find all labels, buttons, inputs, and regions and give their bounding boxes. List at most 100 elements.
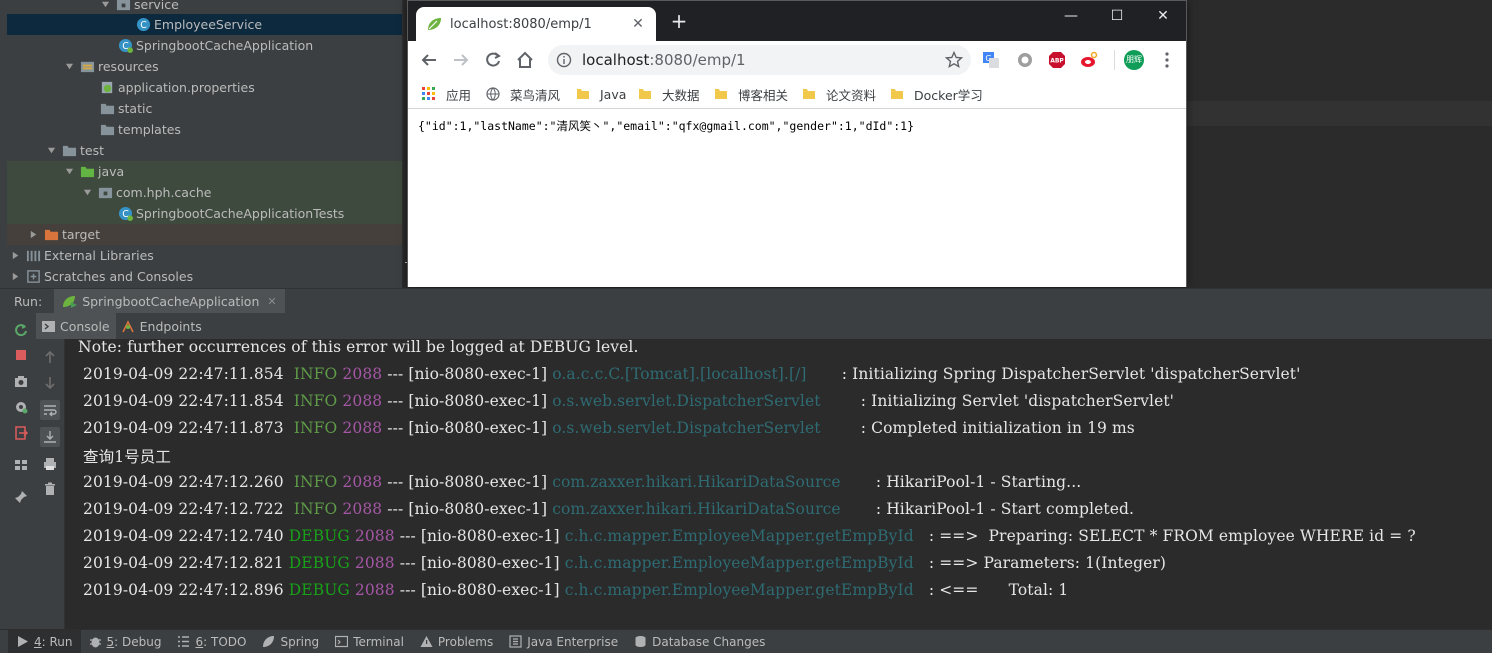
excluded-folder-icon — [43, 227, 59, 243]
rerun-button[interactable] — [11, 320, 31, 340]
tree-item-springbootcacheapplication[interactable]: C SpringbootCacheApplication — [7, 35, 402, 56]
chevron-down-icon[interactable] — [81, 187, 93, 199]
console-line: 2019-04-09 22:47:12.260 INFO 2088 --- [n… — [83, 473, 1082, 491]
tool-button-debug[interactable]: 5: Debug — [81, 630, 170, 653]
tree-item-templates[interactable]: templates — [7, 119, 402, 140]
tool-button-problems[interactable]: Problems — [412, 630, 501, 653]
bookmarks-bar: 应用 菜鸟清风 Java 大数据 博客相关 论文资料 Docker学习 — [408, 79, 1186, 109]
scroll-end-icon — [44, 431, 56, 443]
tab-endpoints[interactable]: Endpoints — [116, 313, 208, 339]
tool-button-spring[interactable]: Spring — [254, 630, 327, 653]
bookmark-folder[interactable]: 大数据 — [638, 85, 700, 103]
scratches-icon — [25, 269, 41, 285]
tree-item-label: templates — [118, 122, 181, 137]
reload-button[interactable] — [482, 49, 504, 71]
tree-item-test[interactable]: test — [7, 140, 402, 161]
tool-label: Java Enterprise — [527, 634, 619, 649]
editor-area — [1187, 0, 1492, 288]
arrow-left-icon — [421, 54, 436, 66]
tree-item-label: External Libraries — [44, 248, 154, 263]
tool-button-java-enterprise[interactable]: Java Enterprise — [501, 630, 626, 653]
chevron-down-icon[interactable] — [99, 0, 111, 11]
new-tab-button[interactable]: + — [670, 11, 688, 31]
bookmark-label: 应用 — [446, 87, 472, 103]
wrap-icon — [44, 405, 57, 417]
tree-item-label: Scratches and Consoles — [44, 269, 194, 284]
stop-button[interactable] — [11, 345, 31, 365]
tab-title: localhost:8080/emp/1 — [450, 16, 592, 32]
scroll-up-button[interactable] — [40, 347, 60, 367]
bookmark-folder[interactable]: 论文资料 — [802, 85, 876, 103]
chevron-down-icon[interactable] — [45, 145, 57, 157]
tool-button-terminal[interactable]: Terminal — [327, 630, 412, 653]
maximize-button[interactable]: ☐ — [1094, 5, 1140, 27]
dump-threads-button[interactable] — [11, 371, 31, 391]
tree-item-static[interactable]: static — [7, 98, 402, 119]
chevron-right-icon[interactable] — [27, 229, 39, 241]
url-host: localhost — [582, 51, 650, 69]
folder-icon — [61, 143, 77, 159]
bookmark-label: 博客相关 — [738, 87, 789, 103]
chevron-down-icon[interactable] — [63, 166, 75, 178]
tool-button-todo[interactable]: 6: TODO — [169, 630, 254, 653]
weibo-extension-icon[interactable] — [1080, 51, 1098, 69]
profile-avatar[interactable]: 朋辉 — [1124, 50, 1144, 70]
toolbar-divider — [1114, 50, 1115, 70]
tool-button-database-changes[interactable]: Database Changes — [626, 630, 773, 653]
tab-console[interactable]: Console — [36, 313, 116, 339]
console-line: Note: further occurrences of this error … — [73, 339, 639, 356]
back-button[interactable] — [418, 49, 440, 71]
run-config-tab[interactable]: SpringbootCacheApplication ✕ — [54, 288, 285, 314]
soft-wrap-button[interactable] — [40, 400, 60, 420]
bookmark-folder[interactable]: Docker学习 — [890, 85, 983, 103]
browser-tab[interactable]: localhost:8080/emp/1 ✕ — [416, 7, 656, 41]
tree-item-java[interactable]: java — [7, 161, 402, 182]
star-icon[interactable] — [945, 51, 963, 69]
test-source-folder-icon — [79, 164, 95, 180]
tree-item-resources[interactable]: resources — [7, 56, 402, 77]
tree-item-springbootcacheapplicationtests[interactable]: C SpringbootCacheApplicationTests — [7, 203, 402, 224]
tree-item-com-hph-cache[interactable]: com.hph.cache — [7, 182, 402, 203]
menu-dots-icon[interactable] — [1158, 51, 1176, 69]
settings-button[interactable] — [11, 397, 31, 417]
address-bar[interactable]: localhost:8080/emp/1 — [548, 45, 971, 75]
chevron-down-icon[interactable] — [63, 61, 75, 73]
adblock-extension-icon[interactable]: ABP — [1048, 51, 1066, 69]
minimize-button[interactable]: — — [1048, 5, 1094, 27]
clear-all-button[interactable] — [40, 479, 60, 499]
bookmark-folder[interactable]: 博客相关 — [714, 85, 788, 103]
print-button[interactable] — [40, 454, 60, 474]
tree-item-employeeservice[interactable]: C EmployeeService — [7, 14, 402, 35]
circle-extension-icon[interactable] — [1016, 51, 1034, 69]
scroll-down-button[interactable] — [40, 373, 60, 393]
chevron-right-icon[interactable] — [9, 250, 21, 262]
tree-item-external-libraries[interactable]: External Libraries — [7, 245, 402, 266]
forward-button[interactable] — [450, 49, 472, 71]
translate-extension-icon[interactable]: G — [982, 51, 1000, 69]
bookmark-item[interactable]: 菜鸟清风 — [486, 85, 560, 103]
info-icon[interactable] — [556, 52, 572, 68]
exit-button[interactable] — [11, 423, 31, 443]
package-folder-icon — [97, 185, 113, 201]
close-icon[interactable]: ✕ — [630, 16, 646, 32]
bookmark-folder[interactable]: Java — [576, 85, 626, 103]
layout-button[interactable] — [11, 455, 31, 475]
tree-item-service[interactable]: service — [7, 0, 402, 15]
tool-window-bar: 4: Run 5: Debug 6: TODO Spring Terminal … — [0, 629, 1492, 653]
bookmark-label: Docker学习 — [914, 87, 983, 103]
home-button[interactable] — [514, 49, 536, 71]
scroll-to-end-button[interactable] — [40, 427, 60, 447]
java-enterprise-icon — [509, 635, 522, 648]
tree-item-scratches-and-consoles[interactable]: Scratches and Consoles — [7, 266, 402, 287]
tree-item-target[interactable]: target — [7, 224, 402, 245]
chevron-right-icon[interactable] — [9, 271, 21, 283]
close-window-button[interactable]: ✕ — [1140, 5, 1186, 27]
pin-button[interactable] — [11, 487, 31, 507]
library-icon — [25, 248, 41, 264]
tree-item-application-properties[interactable]: application.properties — [7, 77, 402, 98]
run-tab-label: SpringbootCacheApplication — [82, 293, 260, 309]
spring-class-icon: C — [117, 206, 133, 222]
bookmark-apps[interactable]: 应用 — [422, 85, 471, 103]
tool-button-run[interactable]: 4: Run — [8, 629, 81, 653]
close-icon[interactable]: ✕ — [267, 295, 276, 308]
